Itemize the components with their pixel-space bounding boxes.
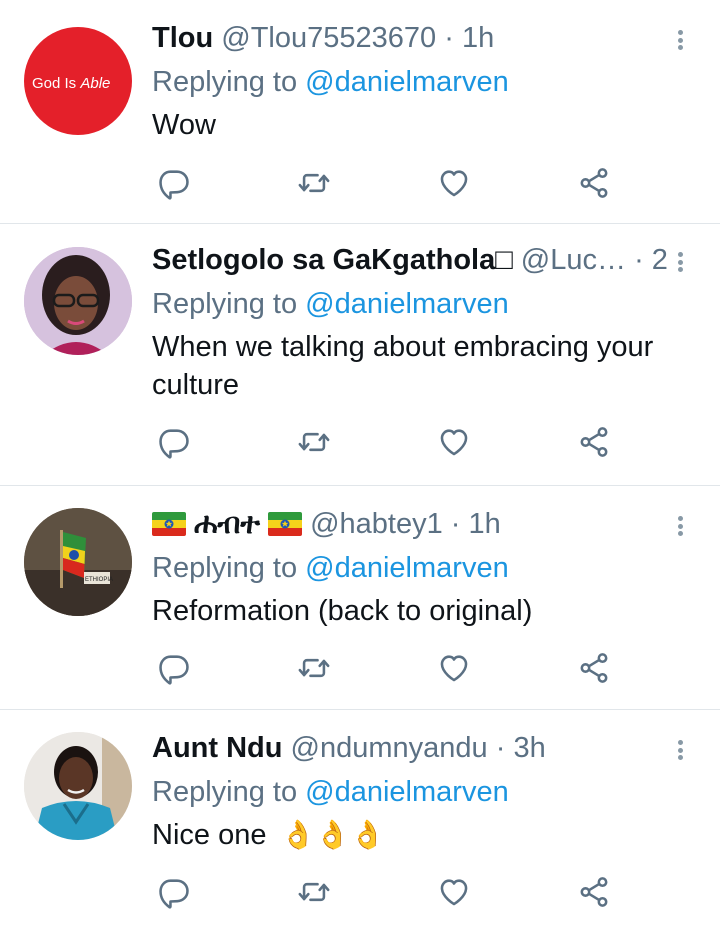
timestamp[interactable]: 1h (462, 22, 494, 54)
share-icon (580, 877, 608, 907)
timestamp[interactable]: 1h (469, 508, 501, 540)
avatar[interactable] (24, 732, 132, 840)
mention-link[interactable]: @danielmarven (305, 66, 509, 98)
user-handle[interactable]: @habtey1 (310, 508, 443, 540)
separator-dot: · (450, 508, 461, 540)
replying-to-label: Replying to (152, 552, 298, 584)
profile-photo (24, 732, 132, 840)
reply-icon (159, 879, 189, 909)
like-button[interactable] (434, 648, 474, 688)
display-name[interactable]: Tlou (152, 22, 213, 54)
tweet-aunt-ndu[interactable]: Aunt Ndu @ndumnyandu · 3h Replying to @d… (0, 710, 720, 926)
replying-to: Replying to @danielmarven (152, 286, 668, 322)
retweet-icon (298, 432, 330, 452)
user-handle[interactable]: @ndumnyandu (291, 732, 488, 764)
svg-text:ETHIOPIA: ETHIOPIA (85, 577, 113, 583)
reply-button[interactable] (154, 648, 194, 688)
action-bar (152, 422, 632, 462)
retweet-icon (298, 658, 330, 678)
separator-dot: · (634, 244, 644, 276)
user-handle[interactable]: @Tlou75523670 (221, 22, 436, 54)
separator-dot: · (495, 732, 506, 764)
share-button[interactable] (574, 422, 614, 462)
tweet-text: Wow (152, 109, 216, 141)
more-options-icon[interactable] (670, 22, 690, 58)
replying-to-label: Replying to (152, 66, 298, 98)
like-button[interactable] (434, 163, 474, 203)
share-icon (580, 427, 608, 457)
ok-hand-emoji: 👌👌👌 (280, 819, 386, 850)
mention-link[interactable]: @danielmarven (305, 288, 509, 320)
avatar[interactable] (24, 247, 132, 355)
replying-to-label: Replying to (152, 288, 298, 320)
action-bar (152, 163, 632, 203)
mention-link[interactable]: @danielmarven (305, 776, 509, 808)
more-options-icon[interactable] (670, 244, 690, 280)
profile-photo (24, 247, 132, 355)
share-icon (580, 653, 608, 683)
reply-button[interactable] (154, 163, 194, 203)
tweet-text-body: Nice one (152, 819, 267, 851)
like-button[interactable] (434, 872, 474, 912)
reply-button[interactable] (154, 422, 194, 462)
god-is-able-logo: God Is Able (32, 75, 110, 92)
like-icon (440, 655, 468, 682)
timestamp[interactable]: 3h (513, 732, 545, 764)
svg-text:God Is Able: God Is Able (32, 75, 110, 92)
share-button[interactable] (574, 648, 614, 688)
retweet-icon (298, 882, 330, 902)
display-name[interactable]: Aunt Ndu (152, 732, 282, 764)
user-handle[interactable]: @Luc… (521, 244, 626, 276)
display-name[interactable]: ሐብተ (194, 508, 260, 540)
tweet-text: Nice one 👌👌👌 (152, 816, 668, 854)
action-bar (152, 872, 632, 912)
avatar[interactable]: God Is Able (24, 27, 132, 135)
display-name[interactable]: Setlogolo sa GaKgathola□ (152, 244, 513, 276)
tweet-tlou[interactable]: God Is Able Tlou @Tlou75523670 · 1h Repl… (0, 0, 720, 224)
replying-to: Replying to @danielmarven (152, 64, 668, 100)
replying-to: Replying to @danielmarven (152, 550, 668, 586)
separator-dot: · (444, 22, 454, 54)
share-button[interactable] (574, 872, 614, 912)
like-icon (440, 429, 468, 456)
tweet-text: When we talking about embracing your cul… (152, 331, 654, 401)
avatar-logo-text: God Is (32, 75, 80, 92)
ethiopia-flag-icon (152, 512, 186, 536)
reply-icon (159, 655, 189, 685)
like-icon (440, 879, 468, 906)
retweet-icon (298, 173, 330, 193)
reply-button[interactable] (154, 872, 194, 912)
ethiopia-flag-icon (268, 512, 303, 536)
retweet-button[interactable] (294, 648, 334, 688)
action-bar (152, 648, 632, 688)
tweet-setlogolo[interactable]: Setlogolo sa GaKgathola□ @Luc… · 2h Repl… (0, 224, 720, 486)
profile-photo: ETHIOPIA (24, 508, 132, 616)
retweet-button[interactable] (294, 422, 334, 462)
tweet-text: Reformation (back to original) (152, 595, 533, 627)
mention-link[interactable]: @danielmarven (305, 552, 509, 584)
like-icon (440, 170, 468, 197)
more-options-icon[interactable] (670, 732, 690, 768)
share-icon (580, 168, 608, 198)
replying-to-label: Replying to (152, 776, 298, 808)
share-button[interactable] (574, 163, 614, 203)
retweet-button[interactable] (294, 872, 334, 912)
reply-icon (159, 429, 189, 459)
replying-to: Replying to @danielmarven (152, 774, 668, 810)
like-button[interactable] (434, 422, 474, 462)
avatar[interactable]: ETHIOPIA (24, 508, 132, 616)
retweet-button[interactable] (294, 163, 334, 203)
reply-icon (159, 170, 189, 200)
more-options-icon[interactable] (670, 508, 690, 544)
tweet-habtey[interactable]: ETHIOPIA ሐብተ @habtey1 · 1h Replying to @… (0, 486, 720, 710)
timestamp[interactable]: 2h (652, 244, 668, 276)
